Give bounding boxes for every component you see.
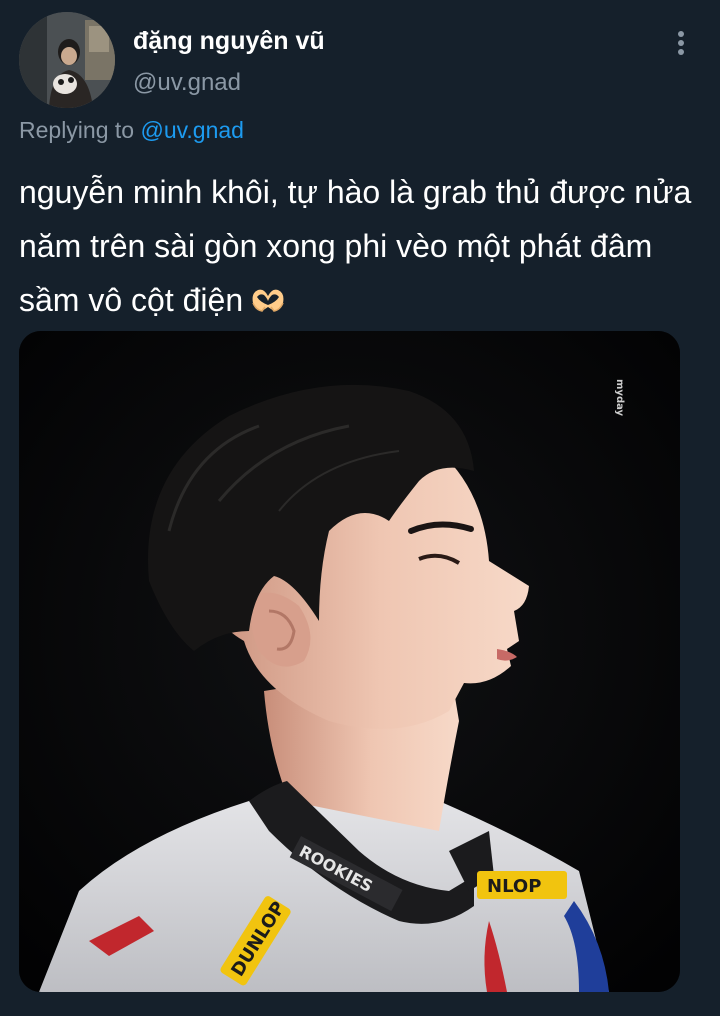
jersey-text-nlop: NLOP xyxy=(487,876,541,897)
vertical-ellipsis-icon xyxy=(678,31,684,55)
replying-to-label: Replying to xyxy=(19,117,135,143)
tweet-text: nguyễn minh khôi, tự hào là grab thủ đượ… xyxy=(19,165,709,331)
photo-watermark: myday xyxy=(614,379,625,417)
heart-hands-emoji-icon xyxy=(249,277,287,331)
more-options-button[interactable] xyxy=(664,26,698,60)
tweet: đặng nguyên vũ @uv.gnad Replying to @uv.… xyxy=(0,0,720,1016)
display-name[interactable]: đặng nguyên vũ xyxy=(133,27,325,56)
tweet-header: đặng nguyên vũ @uv.gnad xyxy=(0,0,720,112)
user-handle[interactable]: @uv.gnad xyxy=(133,69,241,97)
avatar-photo xyxy=(19,12,115,108)
replying-to: Replying to @uv.gnad xyxy=(19,117,244,144)
avatar[interactable] xyxy=(19,12,115,108)
reply-mention-link[interactable]: @uv.gnad xyxy=(140,117,244,143)
photo-profile-portrait: ROOKIES DUNLOP NLOP myday xyxy=(19,331,680,992)
tweet-photo[interactable]: ROOKIES DUNLOP NLOP myday xyxy=(19,331,680,992)
tweet-body: nguyễn minh khôi, tự hào là grab thủ đượ… xyxy=(19,174,692,318)
